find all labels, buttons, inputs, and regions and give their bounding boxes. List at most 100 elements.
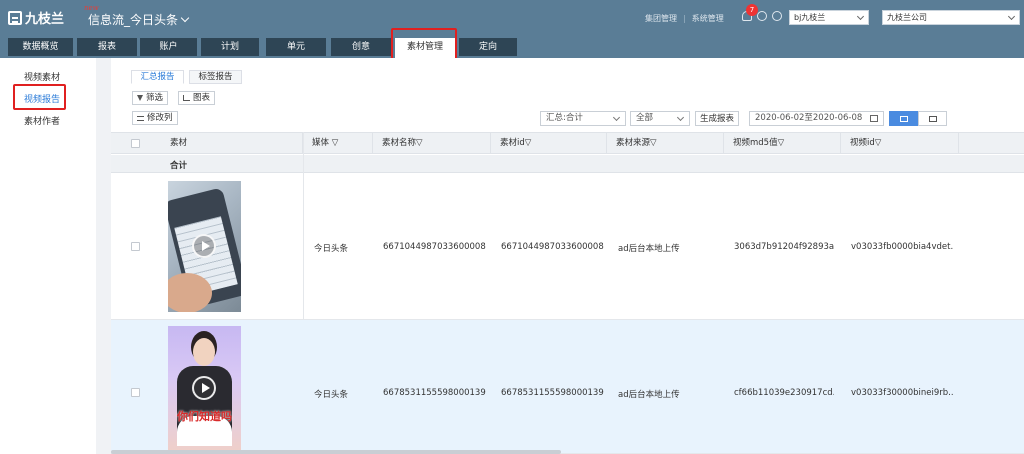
- cell-media: 今日头条: [314, 390, 349, 400]
- app-switcher[interactable]: new 信息流_今日头条: [84, 4, 190, 28]
- logo-icon: [8, 10, 22, 25]
- brand-logo[interactable]: 九枝兰: [8, 8, 64, 27]
- filter-icon[interactable]: ▽: [778, 138, 785, 148]
- thumb-caption: 你们知道吗: [177, 410, 232, 423]
- tab-creative[interactable]: 创意: [331, 38, 391, 56]
- chevron-down-icon: [1007, 12, 1016, 21]
- sidebar-item-material-author[interactable]: 素材作者: [24, 114, 60, 127]
- grid-icon: [900, 116, 908, 122]
- col-media[interactable]: 媒体 ▽: [303, 133, 373, 154]
- top-header: 九枝兰 new 信息流_今日头条 集团管理 | 系统管理 7 bj九枝兰 九枝兰…: [0, 0, 1024, 36]
- tab-unit[interactable]: 单元: [266, 38, 326, 56]
- col-material-source[interactable]: 素材来源▽: [607, 133, 724, 154]
- col-material-id-label: 素材id: [500, 138, 525, 148]
- edit-columns-label: 修改列: [147, 113, 173, 123]
- help-icon[interactable]: [757, 11, 767, 21]
- sidebar-item-video-material[interactable]: 视频素材: [24, 70, 60, 83]
- table-row[interactable]: 今日头条 6671044987033600008 667104498703360…: [111, 174, 1024, 320]
- cell-material-id: 6678531155598000139: [501, 388, 604, 398]
- filter-icon[interactable]: ▽: [875, 138, 882, 148]
- tab-reports[interactable]: 报表: [77, 38, 137, 56]
- filter-icon[interactable]: ▽: [650, 138, 657, 148]
- new-decoration: new: [84, 4, 99, 12]
- sidebar: 视频素材 视频报告 素材作者: [0, 58, 96, 454]
- filter-button-label: 筛选: [146, 93, 164, 103]
- company-select[interactable]: 九枝兰公司: [882, 10, 1020, 25]
- col-video-md5[interactable]: 视频md5值▽: [724, 133, 841, 154]
- chevron-down-icon: [180, 13, 190, 22]
- date-range-picker[interactable]: 2020-06-02至2020-06-08: [749, 111, 884, 126]
- edit-columns-button[interactable]: 修改列: [132, 111, 178, 125]
- video-thumbnail[interactable]: 你们知道吗: [168, 326, 241, 454]
- funnel-icon: [137, 95, 143, 101]
- list-icon: [137, 115, 144, 121]
- top-links: 集团管理 | 系统管理: [645, 13, 724, 24]
- logo-text: 九枝兰: [25, 12, 65, 27]
- col-video-id[interactable]: 视频id▽: [841, 133, 959, 154]
- tab-account[interactable]: 账户: [140, 38, 197, 56]
- card-view-toggle[interactable]: [918, 111, 947, 126]
- cell-material-source: ad后台本地上传: [618, 390, 680, 400]
- account-select[interactable]: bj九枝兰: [789, 10, 869, 25]
- select-all-checkbox[interactable]: [131, 139, 140, 148]
- col-material-id[interactable]: 素材id▽: [491, 133, 607, 154]
- subtab-tag-report[interactable]: 标签报告: [189, 70, 242, 84]
- row-checkbox[interactable]: [131, 388, 140, 397]
- filter-icon[interactable]: ▽: [416, 138, 423, 148]
- cell-video-id: v03033fb0000bia4vdet...: [851, 242, 954, 252]
- system-manage-link[interactable]: 系统管理: [692, 13, 724, 24]
- tab-plan[interactable]: 计划: [201, 38, 259, 56]
- chart-button-label: 图表: [193, 93, 211, 103]
- col-video-md5-label: 视频md5值: [733, 138, 778, 148]
- presenter-head-image: [193, 338, 215, 366]
- divider: |: [683, 14, 686, 23]
- company-select-value: 九枝兰公司: [887, 13, 927, 22]
- cell-media: 今日头条: [314, 244, 349, 254]
- hand-image: [168, 273, 212, 312]
- cell-video-id: v03033f30000binei9rb...: [851, 388, 954, 398]
- chart-icon: [183, 95, 190, 101]
- main-nav: 数据概览 报表 账户 计划 单元 创意 素材管理 定向: [0, 36, 1024, 58]
- chevron-down-icon: [856, 12, 865, 21]
- col-media-label: 媒体: [312, 138, 330, 148]
- grid-view-toggle[interactable]: [889, 111, 918, 126]
- play-icon[interactable]: [192, 376, 216, 400]
- subtab-summary-report[interactable]: 汇总报告: [131, 70, 184, 84]
- chevron-down-icon: [612, 113, 621, 122]
- app-title: 信息流_今日头条: [88, 13, 179, 27]
- summary-select-value: 汇总:合计: [546, 113, 583, 123]
- horizontal-scrollbar[interactable]: [111, 450, 561, 454]
- tab-targeting[interactable]: 定向: [459, 38, 517, 56]
- scope-select[interactable]: 全部: [630, 111, 690, 126]
- summary-label: 合计: [170, 161, 188, 171]
- row-checkbox[interactable]: [131, 242, 140, 251]
- play-icon[interactable]: [192, 234, 216, 258]
- highlight-box-sidebar: [13, 84, 66, 110]
- card-icon: [929, 116, 937, 122]
- col-material[interactable]: 素材: [161, 133, 303, 154]
- logout-icon[interactable]: [772, 11, 782, 21]
- filter-button[interactable]: 筛选: [132, 91, 169, 105]
- cell-video-md5: cf66b11039e230917cd...: [734, 388, 834, 398]
- filter-icon[interactable]: ▽: [525, 138, 532, 148]
- tab-overview[interactable]: 数据概览: [8, 38, 73, 56]
- summary-row: 合计: [111, 155, 1024, 173]
- cell-material-name: 6671044987033600008: [383, 242, 486, 252]
- table-header: 素材 媒体 ▽ 素材名称▽ 素材id▽ 素材来源▽ 视频md5值▽ 视频id▽: [111, 132, 1024, 154]
- notification-badge: 7: [746, 4, 758, 16]
- table-row[interactable]: 你们知道吗 今日头条 6678531155598000139 667853115…: [111, 320, 1024, 454]
- main-panel: 汇总报告 标签报告 筛选 图表 修改列 汇总:合计 全部 生成报表 2020-0…: [111, 58, 1024, 454]
- account-select-value: bj九枝兰: [794, 13, 826, 22]
- col-material-name[interactable]: 素材名称▽: [373, 133, 491, 154]
- summary-select[interactable]: 汇总:合计: [540, 111, 626, 126]
- filter-icon[interactable]: ▽: [329, 138, 339, 148]
- group-manage-link[interactable]: 集团管理: [645, 13, 677, 24]
- scope-select-value: 全部: [636, 113, 654, 123]
- chart-button[interactable]: 图表: [178, 91, 216, 105]
- cell-video-md5: 3063d7b91204f92893a...: [734, 242, 834, 252]
- calendar-icon: [870, 115, 878, 122]
- date-range-value: 2020-06-02至2020-06-08: [755, 113, 863, 123]
- video-thumbnail[interactable]: [168, 181, 241, 312]
- generate-report-button[interactable]: 生成报表: [695, 111, 740, 126]
- col-video-id-label: 视频id: [850, 138, 875, 148]
